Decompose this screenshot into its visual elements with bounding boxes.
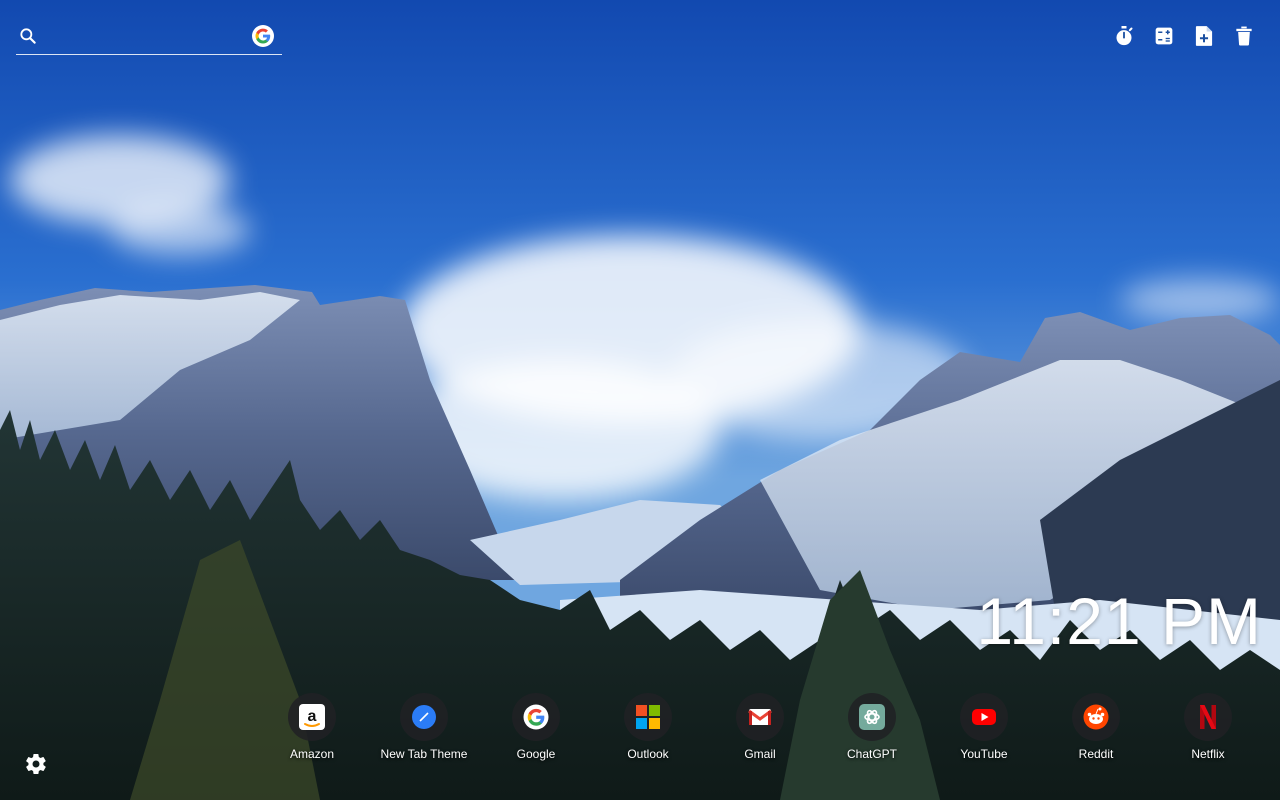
youtube-icon [972,709,996,725]
trash-button[interactable] [1234,24,1254,48]
clock-time: 11:21 PM [976,584,1262,658]
stopwatch-button[interactable] [1114,24,1134,48]
note-add-icon [1195,26,1213,46]
shortcut-label: Google [516,747,556,761]
shortcut-label: YouTube [960,747,1008,761]
settings-button[interactable] [24,752,48,776]
shortcut-chatgpt[interactable]: ChatGPT [816,693,928,761]
shortcut-icon-bg [512,693,560,741]
shortcuts-bar: a Amazon New Tab Theme Google Outlook Gm… [256,693,1264,761]
shortcut-label: Amazon [289,747,335,761]
toolbar [1114,24,1254,48]
reddit-icon [1083,704,1109,730]
shortcut-google[interactable]: Google [480,693,592,761]
calculator-button[interactable] [1154,24,1174,48]
shortcut-icon-bg [848,693,896,741]
shortcut-icon-bg [400,693,448,741]
shortcut-gmail[interactable]: Gmail [704,693,816,761]
shortcut-label: ChatGPT [846,747,897,761]
microsoft-icon [636,705,660,729]
chatgpt-icon [859,704,885,730]
shortcut-youtube[interactable]: YouTube [928,693,1040,761]
compass-icon [412,705,436,729]
google-logo-icon[interactable] [252,25,274,47]
shortcut-icon-bg [1072,693,1120,741]
shortcut-amazon[interactable]: a Amazon [256,693,368,761]
svg-text:a: a [308,708,317,725]
shortcut-new-tab-theme[interactable]: New Tab Theme [368,693,480,761]
search-bar [16,20,282,55]
shortcut-label: Gmail [744,747,776,761]
shortcut-icon-bg [960,693,1008,741]
shortcut-label: Outlook [627,747,669,761]
shortcut-netflix[interactable]: Netflix [1152,693,1264,761]
gmail-icon [748,709,772,725]
shortcut-label: New Tab Theme [380,747,468,761]
shortcut-icon-bg: a [288,693,336,741]
shortcut-label: Netflix [1191,747,1225,761]
shortcut-icon-bg [624,693,672,741]
shortcut-icon-bg [1184,693,1232,741]
shortcut-reddit[interactable]: Reddit [1040,693,1152,761]
shortcut-icon-bg [736,693,784,741]
add-note-button[interactable] [1194,24,1214,48]
netflix-icon [1200,705,1216,729]
wallpaper-mountain-landscape [0,0,1280,800]
shortcut-outlook[interactable]: Outlook [592,693,704,761]
google-icon [523,704,549,730]
search-icon[interactable] [18,26,38,46]
amazon-icon: a [299,704,325,730]
gear-icon [26,753,46,775]
stopwatch-icon [1116,26,1133,46]
search-input[interactable] [48,24,252,50]
trash-icon [1236,26,1252,46]
shortcut-label: Reddit [1078,747,1114,761]
calculator-icon [1155,27,1173,45]
